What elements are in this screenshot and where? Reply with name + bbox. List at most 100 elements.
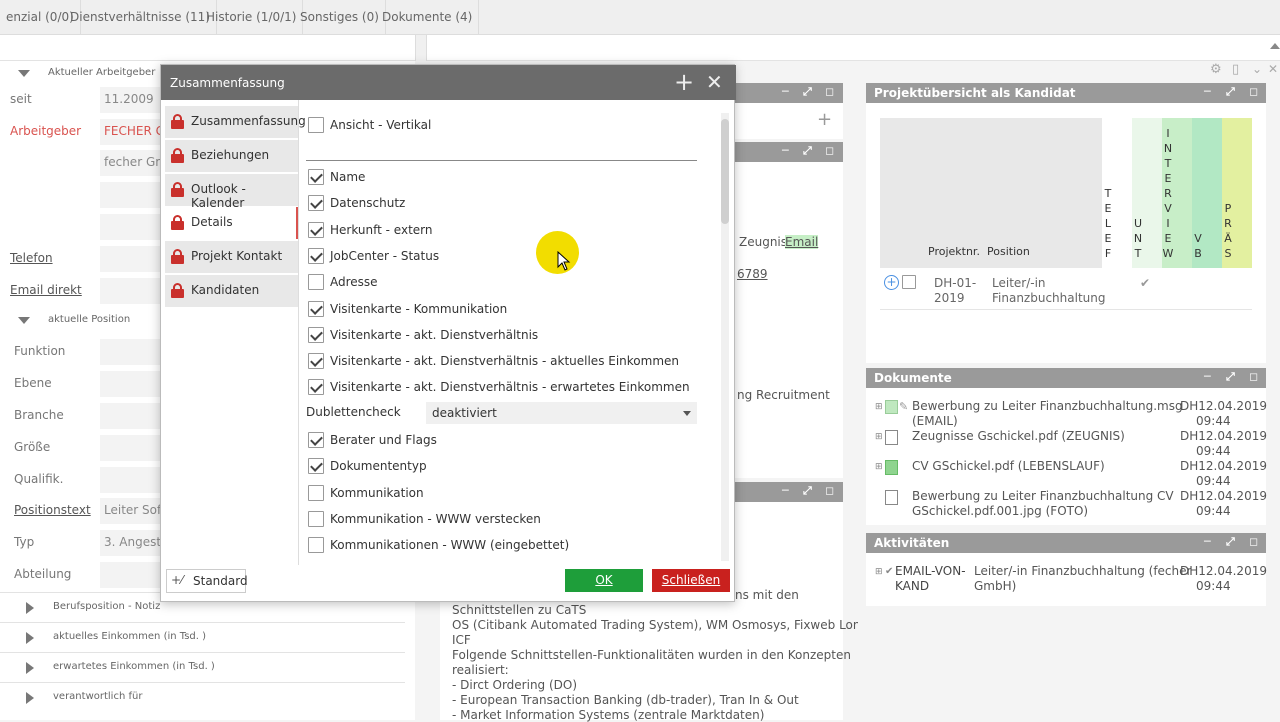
dialog-scrollbar[interactable] xyxy=(721,113,729,561)
checkbox[interactable] xyxy=(308,432,324,448)
list-item[interactable]: ⊞ ✔ EMAIL-VON- KAND Leiter/-in Finanzbuch… xyxy=(866,564,1267,594)
option-label: Dokumententyp xyxy=(330,459,427,474)
checkbox[interactable] xyxy=(308,326,324,343)
close-icon[interactable]: ✕ xyxy=(1268,62,1278,76)
pdf-doc-icon xyxy=(885,430,898,445)
list-item[interactable]: Bewerbung zu Leiter Finanzbuchhaltung CV… xyxy=(866,489,1267,519)
snippet-recruitment: ng Recruitment xyxy=(737,388,830,402)
close-icon[interactable]: ✕ xyxy=(706,71,723,93)
qualifik-label: Qualifik. xyxy=(14,472,64,486)
expand-icon[interactable]: ⤢ xyxy=(1226,370,1235,384)
nav-item-projekt-kontakt[interactable]: Projekt Kontakt xyxy=(165,241,298,273)
checkbox[interactable] xyxy=(308,274,324,291)
email-link[interactable]: Email direkt xyxy=(10,283,82,297)
gear-icon[interactable]: ⚙ xyxy=(1210,62,1222,77)
checkbox[interactable] xyxy=(308,537,324,554)
maximize-icon[interactable]: ◻ xyxy=(1249,370,1258,383)
positionstext-link[interactable]: Positionstext xyxy=(14,503,91,517)
snippet-zeugnis: Zeugnis, xyxy=(739,235,791,249)
add-icon[interactable]: + xyxy=(817,109,832,130)
maximize-icon[interactable]: ◻ xyxy=(1249,85,1258,98)
checkbox[interactable] xyxy=(308,353,324,370)
chevron-right-icon xyxy=(26,692,34,704)
collapsible-aktuelles-einkommen[interactable]: aktuelles Einkommen (in Tsd. ) xyxy=(0,622,405,652)
doc-name[interactable]: Bewerbung zu Leiter Finanzbuchhaltung CV… xyxy=(912,489,1174,519)
col-projektnr[interactable]: Projektnr. xyxy=(928,245,980,258)
standard-button[interactable]: +⁄ Standard xyxy=(166,569,248,593)
check-icon: ✔ xyxy=(885,566,894,577)
check-icon: ✔ xyxy=(1140,276,1151,290)
collapsible-verantwortlich[interactable]: verantwortlich für xyxy=(0,682,405,712)
doc-date: DH12.04.2019 09:44 xyxy=(1180,489,1267,518)
checkbox[interactable] xyxy=(308,247,324,264)
checkbox[interactable] xyxy=(308,221,324,238)
dialog-header[interactable]: Zusammenfassung + ✕ xyxy=(161,65,736,100)
ok-button[interactable]: OK xyxy=(565,569,643,592)
scrollbar-thumb[interactable] xyxy=(721,119,729,224)
activity-desc[interactable]: Leiter/-in Finanzbuchhaltung (fecher GmbH… xyxy=(974,564,1191,594)
nav-item-kandidaten[interactable]: Kandidaten xyxy=(165,275,298,307)
image-doc-icon xyxy=(885,490,898,505)
option-label: Visitenkarte - akt. Dienstverhältnis xyxy=(330,327,539,342)
dialog-options: Ansicht - Vertikal Name Datenschutz Herkun… xyxy=(304,105,718,563)
checkbox[interactable] xyxy=(308,458,324,475)
collapsible-erwartetes-einkommen[interactable]: erwartetes Einkommen (in Tsd. ) xyxy=(0,652,405,682)
close-button[interactable]: Schließen xyxy=(652,569,730,592)
lock-icon xyxy=(171,148,184,163)
dubletten-select[interactable]: deaktiviert xyxy=(426,402,697,424)
aktivitaeten-panel-body: ⊞ ✔ EMAIL-VON- KAND Leiter/-in Finanzbuch… xyxy=(866,553,1267,606)
maximize-icon[interactable]: ◻ xyxy=(1249,535,1258,548)
doc-name[interactable]: Zeugnisse Gschickel.pdf (ZEUGNIS) xyxy=(912,429,1125,444)
doc-name[interactable]: CV GSchickel.pdf (LEBENSLAUF) xyxy=(912,459,1105,474)
mid-panel-header-1: ─ ⤢ ◻ xyxy=(727,83,843,103)
table-row[interactable]: + DH-01- 2019 Leiter/-in Finanzbuchhaltung… xyxy=(880,268,1252,310)
expand-icon[interactable]: ⊞ xyxy=(875,402,883,412)
document-icon[interactable]: ▯ xyxy=(1232,62,1239,77)
expand-icon[interactable]: ⊞ xyxy=(875,462,883,472)
splitter[interactable] xyxy=(415,35,427,61)
minimize-icon[interactable]: ─ xyxy=(1204,85,1211,98)
nav-item-outlook-kalender[interactable]: Outlook - Kalender xyxy=(165,174,298,210)
tab-historie[interactable]: Historie (1/0/1) xyxy=(200,0,304,35)
expand-icon[interactable]: ⊞ xyxy=(875,432,883,442)
nav-item-zusammenfassung[interactable]: Zusammenfassung xyxy=(165,106,306,138)
snippet-email-link[interactable]: Email xyxy=(785,235,819,249)
projekt-table-header: Projektnr. Position TELEF UNT INTERVIEW … xyxy=(880,118,1252,268)
checkbox[interactable] xyxy=(308,195,324,212)
snippet-phone-link[interactable]: 6789 xyxy=(737,267,768,281)
checkbox[interactable] xyxy=(308,484,324,501)
sub-toolbar xyxy=(0,35,1280,61)
list-item[interactable]: ⊞ ✎ Bewerbung zu Leiter Finanzbuchhaltun… xyxy=(866,399,1267,429)
nav-item-details[interactable]: Details xyxy=(165,207,298,239)
checkbox[interactable] xyxy=(308,169,324,185)
nav-item-beziehungen[interactable]: Beziehungen xyxy=(165,140,298,172)
mid-panel-header-3: ─ ⤢ ◻ xyxy=(727,482,843,502)
expand-icon[interactable]: ⤢ xyxy=(1226,85,1235,99)
summary-dialog: Zusammenfassung + ✕ Zusammenfassung Bezi… xyxy=(160,64,736,602)
expand-icon[interactable]: ⊞ xyxy=(875,567,883,577)
tab-dokumente[interactable]: Dokumente (4) xyxy=(376,0,480,35)
checkbox[interactable] xyxy=(308,300,324,317)
position-text-line: - Dirct Ordering (DO) xyxy=(452,678,578,692)
tab-sonstiges[interactable]: Sonstiges (0) xyxy=(294,0,386,35)
add-icon[interactable]: + xyxy=(674,68,694,96)
row-checkbox[interactable] xyxy=(902,275,916,289)
list-item[interactable]: ⊞ Zeugnisse Gschickel.pdf (ZEUGNIS) DH12… xyxy=(866,429,1267,459)
checkbox[interactable] xyxy=(308,117,324,133)
button-label: Standard xyxy=(193,574,248,588)
col-position[interactable]: Position xyxy=(987,245,1030,258)
checkbox[interactable] xyxy=(308,379,324,396)
minimize-icon[interactable]: ─ xyxy=(1204,370,1211,383)
collapsible-label: erwartetes Einkommen (in Tsd. ) xyxy=(53,661,215,672)
expand-icon[interactable]: ⤢ xyxy=(1226,535,1235,549)
divider xyxy=(306,160,697,161)
tab-dienstverhaeltnisse[interactable]: Dienstverhältnisse (11) xyxy=(64,0,217,35)
minimize-icon[interactable]: ─ xyxy=(1204,535,1211,548)
doc-name[interactable]: Bewerbung zu Leiter Finanzbuchhaltung.ms… xyxy=(912,399,1183,429)
collapse-up-icon[interactable] xyxy=(1270,43,1280,49)
add-circle-icon[interactable]: + xyxy=(884,275,899,290)
telefon-link[interactable]: Telefon xyxy=(10,251,53,265)
chevron-down-icon[interactable]: ⌄ xyxy=(1252,62,1262,76)
checkbox[interactable] xyxy=(308,510,324,527)
list-item[interactable]: ⊞ CV GSchickel.pdf (LEBENSLAUF) DH12.04.… xyxy=(866,459,1267,489)
